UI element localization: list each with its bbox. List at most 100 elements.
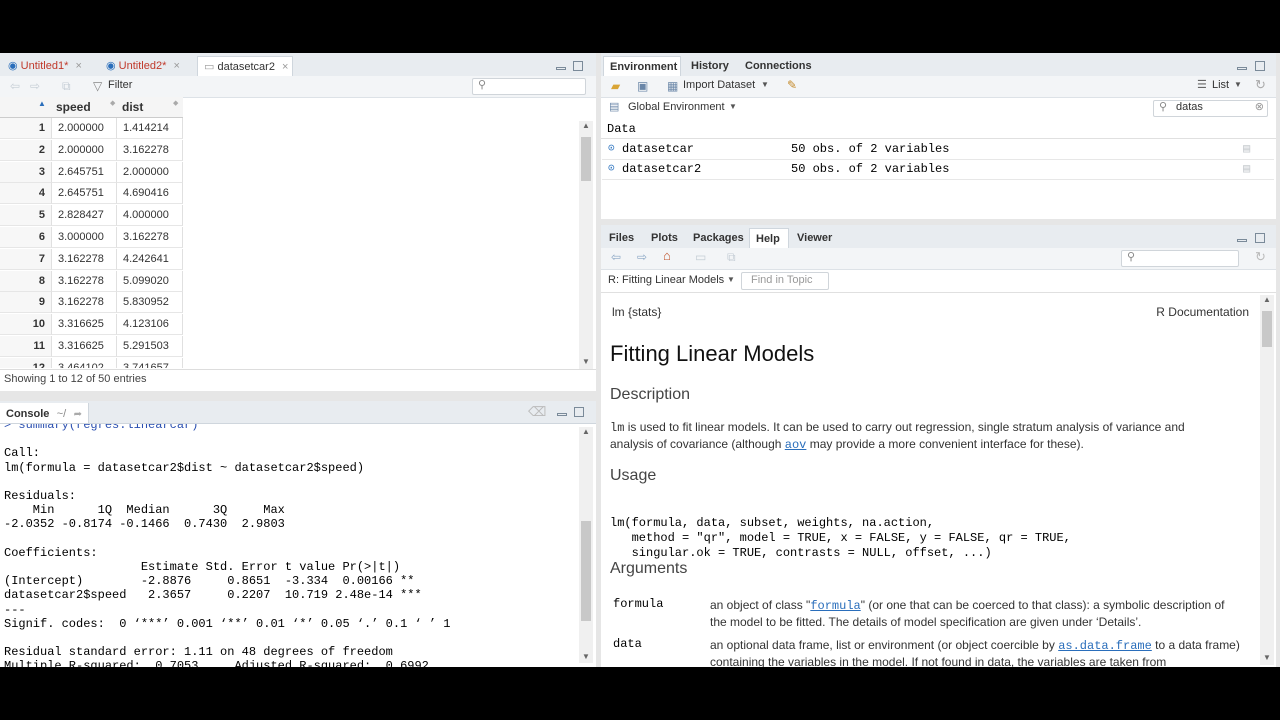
tab-connections[interactable]: Connections [739, 56, 815, 76]
row-number: 11 [0, 336, 52, 357]
scroll-up-icon[interactable]: ▲ [582, 121, 590, 130]
minimize-icon[interactable] [1237, 239, 1247, 242]
column-header-speed[interactable]: speed [56, 100, 91, 114]
scroll-up-icon[interactable]: ▲ [582, 427, 590, 436]
tab-packages[interactable]: Packages [687, 228, 747, 248]
tab-files[interactable]: Files [603, 228, 643, 248]
tab-untitled1[interactable]: ◉ Untitled1* × [2, 56, 98, 76]
arg-desc-formula: an object of class "formula" (or one tha… [710, 597, 1240, 630]
table-scrollbar[interactable]: ▲ ▼ [579, 121, 593, 369]
help-search-input[interactable]: ⚲ [1121, 250, 1239, 267]
refresh-icon[interactable]: ↻ [1255, 77, 1266, 93]
table-row: 2 2.000000 3.162278 [0, 139, 183, 162]
tab-viewer[interactable]: Viewer [791, 228, 837, 248]
forward-arrow-icon[interactable]: ⇨ [30, 78, 40, 94]
view-table-icon[interactable]: ▤ [1243, 139, 1250, 159]
close-icon[interactable]: × [75, 60, 81, 72]
env-row-datasetcar2[interactable]: ⊙ datasetcar2 50 obs. of 2 variables ▤ [602, 159, 1274, 180]
minimize-icon[interactable] [556, 67, 566, 70]
maximize-icon[interactable] [574, 407, 584, 417]
tab-datasetcar2[interactable]: ▭ datasetcar2 × [197, 56, 293, 76]
table-row: 3 2.645751 2.000000 [0, 161, 183, 184]
goto-directory-icon[interactable]: ➦ [74, 409, 82, 420]
back-arrow-icon[interactable]: ⇦ [10, 78, 20, 94]
table-cell: 3.741657 [117, 357, 183, 368]
console-line: Multiple R-squared: 0.7053, Adjusted R-s… [4, 659, 437, 667]
console-line: Coefficients: [4, 545, 98, 560]
sort-icon[interactable]: ◆ [110, 99, 115, 107]
close-icon[interactable]: × [282, 61, 288, 73]
table-row: 11 3.316625 5.291503 [0, 336, 183, 358]
link-aov[interactable]: aov [785, 438, 807, 452]
scrollbar-thumb[interactable] [581, 521, 591, 621]
find-in-topic-input[interactable]: Find in Topic [741, 272, 829, 290]
arguments-heading: Arguments [610, 560, 688, 577]
tab-help[interactable]: Help [749, 228, 789, 248]
console-line: > summary(regres.linearcar) [4, 424, 199, 432]
tab-label: Packages [693, 232, 744, 244]
popout-icon[interactable]: ⧉ [727, 249, 736, 265]
link-formula[interactable]: formula [810, 599, 860, 613]
filter-button[interactable]: Filter [108, 79, 132, 91]
chevron-down-icon: ▼ [729, 102, 737, 111]
expand-icon[interactable]: ⊙ [608, 139, 615, 159]
dataviewer-search-input[interactable]: ⚲ [472, 78, 586, 95]
console-line: -2.0352 -0.8174 -0.1466 0.7430 2.9803 [4, 517, 293, 532]
environment-icon: ▤ [609, 101, 620, 113]
scrollbar-thumb[interactable] [581, 137, 591, 181]
scroll-up-icon[interactable]: ▲ [1263, 295, 1271, 304]
console-tab[interactable]: Console ~/ ➦ [0, 403, 89, 423]
clear-console-icon[interactable]: ⌫ [528, 404, 546, 420]
close-icon[interactable]: × [173, 60, 179, 72]
sort-icon[interactable]: ◆ [173, 99, 178, 107]
scroll-down-icon[interactable]: ▼ [582, 357, 590, 366]
console-scrollbar[interactable]: ▲ ▼ [579, 427, 593, 663]
tab-label: Plots [651, 232, 678, 244]
console-output[interactable]: > summary(regres.linearcar) Call: lm(formu… [0, 424, 578, 667]
refresh-icon[interactable]: ↻ [1255, 249, 1266, 265]
import-dataset-button[interactable]: Import Dataset [683, 79, 755, 91]
tab-plots[interactable]: Plots [645, 228, 681, 248]
maximize-icon[interactable] [1255, 233, 1265, 243]
table-row: 10 3.316625 4.123106 [0, 314, 183, 336]
tab-label: datasetcar2 [217, 61, 275, 73]
maximize-icon[interactable] [1255, 61, 1265, 71]
maximize-icon[interactable] [573, 61, 583, 71]
print-icon[interactable]: ▭ [695, 249, 706, 265]
help-scrollbar[interactable]: ▲ ▼ [1260, 295, 1274, 665]
env-row-datasetcar[interactable]: ⊙ datasetcar 50 obs. of 2 variables ▤ [602, 139, 1274, 160]
home-icon[interactable]: ⌂ [663, 248, 671, 264]
global-environment-dropdown[interactable]: Global Environment [628, 101, 725, 113]
tab-environment[interactable]: Environment [603, 56, 681, 76]
dataviewer-toolbar: ⇦ ⇨ ⧉ ▽ Filter ⚲ [0, 76, 596, 98]
minimize-icon[interactable] [1237, 67, 1247, 70]
table-body: 1 2.000000 1.414214 2 2.000000 3.162278 3 2.645… [0, 118, 183, 368]
topic-dropdown[interactable]: R: Fitting Linear Models [608, 274, 724, 286]
view-table-icon[interactable]: ▤ [1243, 159, 1250, 179]
table-cell: 3.316625 [52, 336, 117, 357]
sort-icon[interactable]: ▲ [38, 99, 46, 108]
save-icon[interactable]: ▣ [637, 78, 648, 94]
list-view-dropdown[interactable]: List [1212, 79, 1229, 91]
popout-icon[interactable]: ⧉ [62, 78, 71, 94]
tab-history[interactable]: History [685, 56, 737, 76]
clear-search-icon[interactable]: ⊗ [1255, 100, 1264, 113]
row-number: 2 [0, 139, 52, 161]
column-header-dist[interactable]: dist [122, 100, 143, 114]
scroll-down-icon[interactable]: ▼ [582, 652, 590, 661]
environment-search-input[interactable]: ⚲ datas ⊗ [1153, 100, 1268, 117]
forward-arrow-icon[interactable]: ⇨ [637, 249, 647, 265]
table-cell: 3.162278 [52, 248, 117, 270]
link-as-data-frame[interactable]: as.data.frame [1058, 639, 1152, 653]
filter-icon[interactable]: ▽ [93, 78, 102, 94]
scroll-down-icon[interactable]: ▼ [1263, 653, 1271, 662]
minimize-icon[interactable] [557, 413, 567, 416]
back-arrow-icon[interactable]: ⇦ [611, 249, 621, 265]
tab-untitled2[interactable]: ◉ Untitled2* × [100, 56, 195, 76]
broom-icon[interactable]: ✎ [787, 77, 797, 93]
open-folder-icon[interactable]: ▰ [611, 78, 620, 94]
expand-icon[interactable]: ⊙ [608, 159, 615, 179]
table-cell: 4.690416 [117, 183, 183, 205]
row-number: 8 [0, 270, 52, 292]
scrollbar-thumb[interactable] [1262, 311, 1272, 347]
